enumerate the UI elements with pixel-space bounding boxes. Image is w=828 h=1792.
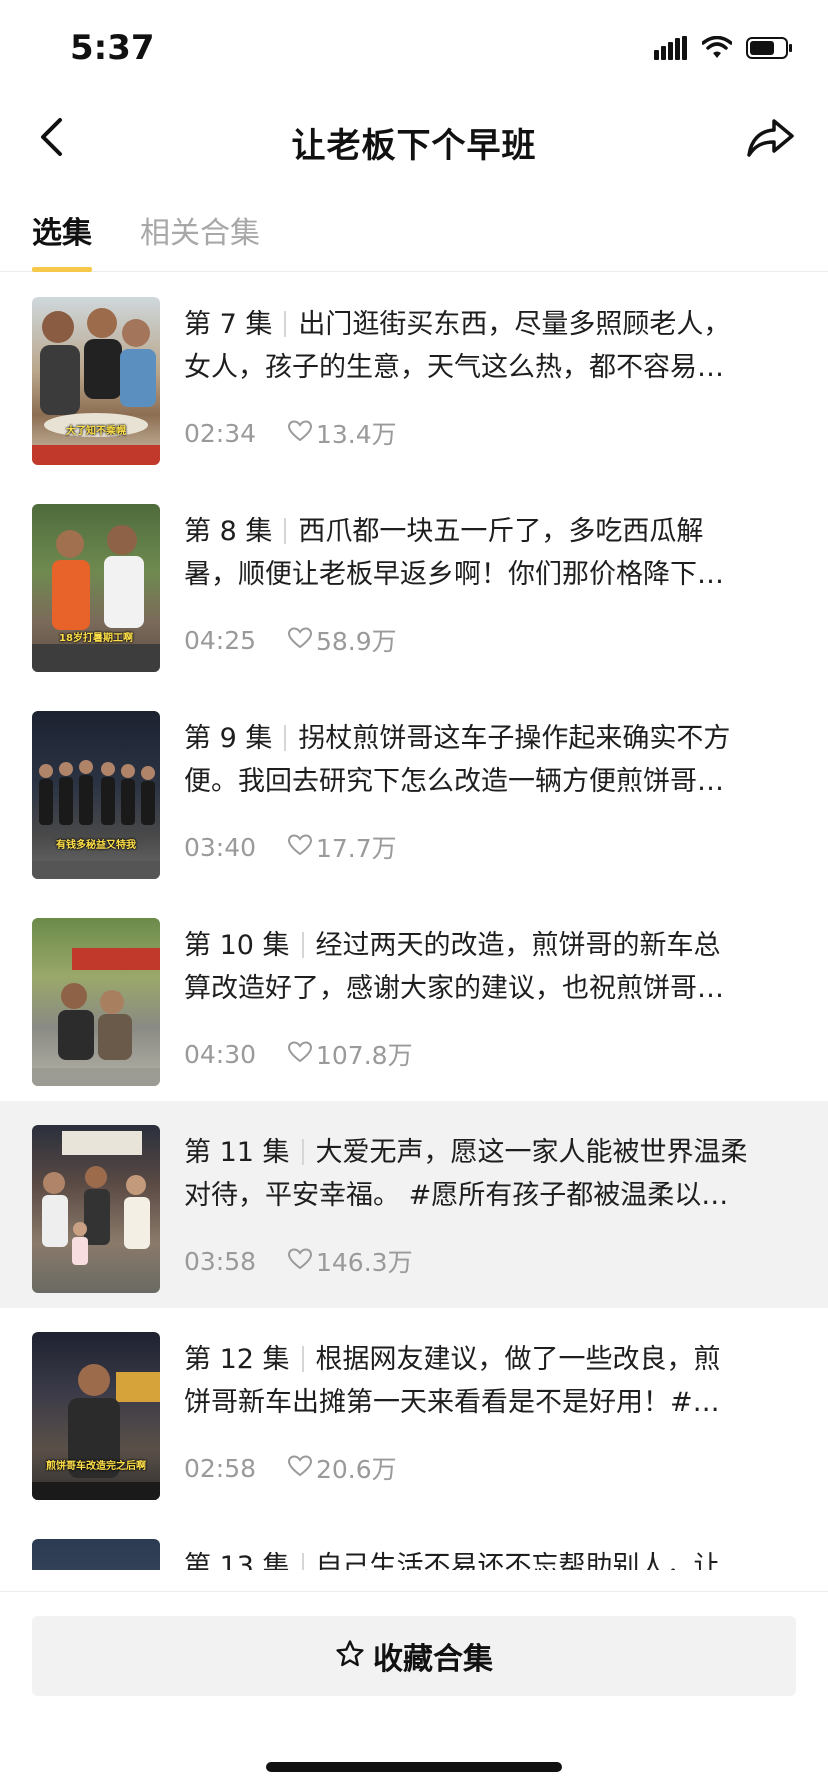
episode-list[interactable]: 大了知不乘幌 第 7 集出门逛街买东西，尽量多照顾老人， 女人，孩子的生意，天气…	[0, 273, 828, 1570]
share-arrow-icon	[746, 117, 796, 163]
episode-thumbnail: 18岁打暑期工啊	[32, 504, 160, 672]
episode-title-line1: 大爱无声，愿这一家人能被世界温柔	[315, 1137, 748, 1168]
episode-item-11[interactable]: 第 11 集大爱无声，愿这一家人能被世界温柔 对待，平安幸福。 #愿所有孩子都被…	[0, 1101, 828, 1308]
episode-title-line2: 算改造好了，感谢大家的建议，也祝煎饼哥…	[184, 973, 724, 1004]
episode-likes: 20.6万	[316, 1455, 397, 1484]
bottom-divider	[0, 1591, 828, 1592]
episode-description: 第 10 集经过两天的改造，煎饼哥的新车总 算改造好了，感谢大家的建议，也祝煎饼…	[184, 924, 792, 1010]
episode-item-7[interactable]: 大了知不乘幌 第 7 集出门逛街买东西，尽量多照顾老人， 女人，孩子的生意，天气…	[0, 273, 828, 480]
episode-duration: 02:34	[184, 418, 257, 448]
status-icons	[654, 35, 794, 64]
active-tab-indicator	[32, 267, 92, 272]
heart-icon	[287, 419, 313, 448]
episode-meta: 02:58 20.6万	[184, 1450, 397, 1486]
collect-collection-button[interactable]: 收藏合集	[32, 1616, 796, 1696]
status-time: 5:37	[70, 28, 155, 68]
episode-likes: 13.4万	[316, 420, 397, 449]
separator	[284, 311, 287, 337]
thumbnail-caption: 煎饼哥车改造完之后啊	[46, 1461, 146, 1472]
episode-likes: 17.7万	[316, 834, 397, 863]
episode-title-line1: 自己生活不易还不忘帮助别人，让	[315, 1551, 721, 1570]
episode-meta: 03:58 146.3万	[184, 1243, 413, 1279]
separator	[301, 932, 304, 958]
episode-item-9[interactable]: 有钱多秘益又特我 第 9 集拐杖煎饼哥这车子操作起来确实不方 便。我回去研究下怎…	[0, 687, 828, 894]
episode-title-line1: 根据网友建议，做了一些改良，煎	[315, 1344, 721, 1375]
episode-duration: 03:58	[184, 1246, 257, 1276]
episode-description: 第 13 集 自己生活不易还不忘帮助别人，让	[184, 1545, 792, 1570]
episode-item-13[interactable]: 第 13 集 自己生活不易还不忘帮助别人，让	[0, 1515, 828, 1570]
episode-description: 第 11 集大爱无声，愿这一家人能被世界温柔 对待，平安幸福。 #愿所有孩子都被…	[184, 1131, 792, 1217]
episode-thumbnail	[32, 918, 160, 1086]
episode-number: 第 12 集	[184, 1344, 290, 1375]
home-indicator[interactable]	[266, 1762, 562, 1772]
separator	[301, 1553, 304, 1570]
episode-title-line2: 女人，孩子的生意，天气这么热，都不容易…	[184, 352, 724, 383]
tab-bar: 选集 相关合集	[0, 190, 828, 272]
episode-title-line2: 便。我回去研究下怎么改造一辆方便煎饼哥…	[184, 766, 724, 797]
episode-number: 第 8 集	[184, 516, 273, 547]
episode-title-line1: 拐杖煎饼哥这车子操作起来确实不方	[298, 723, 731, 754]
episode-meta: 03:40 17.7万	[184, 829, 397, 865]
episode-item-12[interactable]: 煎饼哥车改造完之后啊 第 12 集根据网友建议，做了一些改良，煎 饼哥新车出摊第…	[0, 1308, 828, 1515]
thumbnail-caption: 大了知不乘幌	[66, 426, 126, 437]
episode-description: 第 9 集拐杖煎饼哥这车子操作起来确实不方 便。我回去研究下怎么改造一辆方便煎饼…	[184, 717, 792, 803]
episode-likes: 146.3万	[316, 1248, 413, 1277]
wifi-icon	[701, 35, 733, 64]
collect-button-label: 收藏合集	[373, 1642, 493, 1677]
heart-icon	[287, 1247, 313, 1276]
episode-meta: 04:30 107.8万	[184, 1036, 413, 1072]
episode-thumbnail: 有钱多秘益又特我	[32, 711, 160, 879]
episode-duration: 02:58	[184, 1453, 257, 1483]
episode-description: 第 8 集西爪都一块五一斤了，多吃西瓜解 暑，顺便让老板早返乡啊！你们那价格降下…	[184, 510, 792, 596]
episode-title-line1: 西爪都一块五一斤了，多吃西瓜解	[298, 516, 704, 547]
battery-icon	[746, 36, 794, 64]
episode-number: 第 13 集	[184, 1551, 290, 1570]
heart-icon	[287, 833, 313, 862]
episode-title-line1: 出门逛街买东西，尽量多照顾老人，	[298, 309, 731, 340]
episode-thumbnail: 煎饼哥车改造完之后啊	[32, 1332, 160, 1500]
episode-title-line2: 饼哥新车出摊第一天来看看是不是好用！#…	[184, 1387, 720, 1418]
episode-description: 第 12 集根据网友建议，做了一些改良，煎 饼哥新车出摊第一天来看看是不是好用！…	[184, 1338, 792, 1424]
episode-number: 第 10 集	[184, 930, 290, 961]
episode-thumbnail: 大了知不乘幌	[32, 297, 160, 465]
episode-meta: 04:25 58.9万	[184, 622, 397, 658]
episode-likes: 107.8万	[316, 1041, 413, 1070]
episode-thumbnail	[32, 1125, 160, 1293]
tab-related-collections[interactable]: 相关合集	[140, 208, 260, 252]
tab-episodes[interactable]: 选集	[32, 208, 92, 252]
separator	[284, 518, 287, 544]
episode-description: 第 7 集出门逛街买东西，尽量多照顾老人， 女人，孩子的生意，天气这么热，都不容…	[184, 303, 792, 389]
separator	[301, 1139, 304, 1165]
episode-item-8[interactable]: 18岁打暑期工啊 第 8 集西爪都一块五一斤了，多吃西瓜解 暑，顺便让老板早返乡…	[0, 480, 828, 687]
episode-duration: 04:30	[184, 1039, 257, 1069]
heart-icon	[287, 1454, 313, 1483]
status-bar: 5:37	[0, 0, 828, 100]
episode-likes: 58.9万	[316, 627, 397, 656]
episode-title-line1: 经过两天的改造，煎饼哥的新车总	[315, 930, 721, 961]
episode-thumbnail	[32, 1539, 160, 1570]
nav-bar: 让老板下个早班	[0, 100, 828, 180]
episode-number: 第 11 集	[184, 1137, 290, 1168]
episode-meta: 02:34 13.4万	[184, 415, 397, 451]
heart-icon	[287, 626, 313, 655]
episode-item-10[interactable]: 第 10 集经过两天的改造，煎饼哥的新车总 算改造好了，感谢大家的建议，也祝煎饼…	[0, 894, 828, 1101]
separator	[301, 1346, 304, 1372]
signal-icon	[654, 36, 688, 64]
thumbnail-caption: 18岁打暑期工啊	[59, 633, 133, 644]
episode-duration: 04:25	[184, 625, 257, 655]
share-button[interactable]	[744, 116, 798, 164]
episode-title-line2: 暑，顺便让老板早返乡啊！你们那价格降下…	[184, 559, 724, 590]
episode-number: 第 7 集	[184, 309, 273, 340]
separator	[284, 725, 287, 751]
episode-title-line2: 对待，平安幸福。 #愿所有孩子都被温柔以…	[184, 1180, 729, 1211]
star-outline-icon	[335, 1639, 365, 1673]
episode-duration: 03:40	[184, 832, 257, 862]
thumbnail-caption: 有钱多秘益又特我	[56, 840, 136, 851]
heart-icon	[287, 1040, 313, 1069]
app-screen: 5:37 让老板下个早班 选集 相关合集 大了知不乘幌 第 7 集 出门逛街买东…	[0, 0, 828, 1792]
page-title: 让老板下个早班	[291, 126, 537, 166]
episode-number: 第 9 集	[184, 723, 273, 754]
